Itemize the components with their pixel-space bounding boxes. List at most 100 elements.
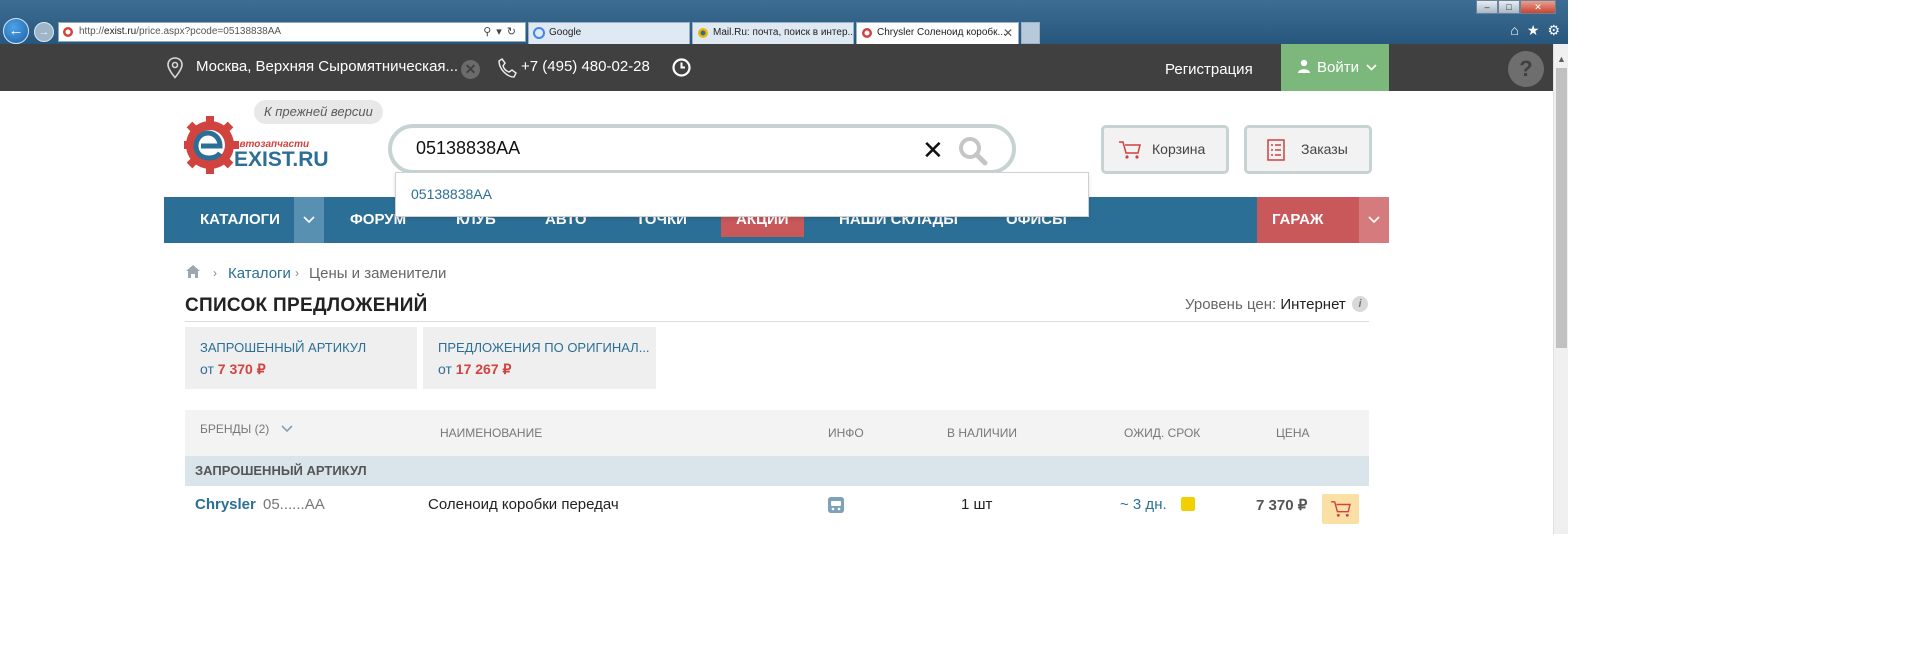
garage-dropdown-toggle[interactable] xyxy=(1359,197,1389,243)
row-name: Соленоид коробки передач xyxy=(428,496,619,513)
catalogs-dropdown-toggle[interactable] xyxy=(294,197,324,243)
location-pin-icon xyxy=(167,57,183,79)
search-suggestions: 05138838AA xyxy=(395,172,1089,217)
clear-search-icon[interactable]: ✕ xyxy=(922,136,944,164)
orders-button[interactable]: Заказы xyxy=(1244,125,1372,174)
back-icon[interactable]: ← xyxy=(3,18,29,44)
nav-catalogs[interactable]: КАТАЛОГИ xyxy=(200,197,280,243)
breadcrumb-catalogs[interactable]: Каталоги xyxy=(228,265,291,282)
login-label: Войти xyxy=(1317,59,1359,76)
site-favicon-icon xyxy=(862,28,872,38)
offer-card-requested[interactable]: ЗАПРОШЕННЫЙ АРТИКУЛ от 7 370 ₽ xyxy=(185,327,417,389)
row-eta[interactable]: ~ 3 дн. xyxy=(1120,496,1167,513)
car-info-icon[interactable] xyxy=(828,497,844,513)
user-icon xyxy=(1298,59,1310,73)
help-button[interactable]: ? xyxy=(1508,51,1544,87)
orders-list-icon xyxy=(1267,139,1285,161)
table-row: Chrysler 05......AA Соленоид коробки пер… xyxy=(185,486,1369,526)
column-price[interactable]: ЦЕНА xyxy=(1276,410,1310,456)
column-name: НАИМЕНОВАНИЕ xyxy=(440,426,543,440)
row-brand[interactable]: Chrysler xyxy=(195,496,256,513)
phone-icon xyxy=(498,57,517,78)
window-close-icon[interactable]: ✕ xyxy=(1520,0,1556,14)
scroll-thumb[interactable] xyxy=(1556,68,1567,348)
title-divider xyxy=(185,321,1369,322)
chevron-down-icon xyxy=(1366,64,1377,71)
url-path: /price.aspx?pcode=05138838AA xyxy=(136,26,282,37)
url-prefix: http:// xyxy=(79,26,105,37)
tab-label: Google xyxy=(549,27,582,38)
home-browser-icon[interactable]: ⌂ xyxy=(1510,22,1518,39)
chevron-down-icon xyxy=(281,425,293,433)
orders-label: Заказы xyxy=(1301,141,1348,157)
row-price: 7 370 ₽ xyxy=(1256,497,1308,514)
favorites-star-icon[interactable]: ★ xyxy=(1527,22,1540,39)
cart-icon xyxy=(1119,141,1141,159)
supplier-status-indicator[interactable] xyxy=(1181,497,1195,511)
row-quantity: 1 шт xyxy=(961,496,993,513)
column-brands-label: БРЕНДЫ (2) xyxy=(200,422,270,436)
price-level: Уровень цен: Интернет xyxy=(1185,296,1346,313)
page-scrollbar[interactable]: ▲ xyxy=(1553,44,1568,534)
clock-icon[interactable] xyxy=(672,58,691,77)
offer-card-heading: ЗАПРОШЕННЫЙ АРТИКУЛ xyxy=(200,340,367,355)
garage-label: ГАРАЖ xyxy=(1272,211,1324,228)
city-link[interactable]: Москва, Верхняя Сыромятническая... xyxy=(196,58,458,75)
group-header: ЗАПРОШЕННЫЙ АРТИКУЛ xyxy=(185,456,1369,486)
breadcrumb-current: Цены и заменители xyxy=(309,265,447,282)
offer-card-price: от 7 370 ₽ xyxy=(200,361,266,377)
scroll-up-icon[interactable]: ▲ xyxy=(1557,54,1566,64)
tab-label: Mail.Ru: почта, поиск в интер... xyxy=(713,27,854,38)
address-bar[interactable]: http://exist.ru/price.aspx?pcode=0513883… xyxy=(58,22,526,42)
search-icon[interactable] xyxy=(958,136,988,166)
price-level-value[interactable]: Интернет xyxy=(1280,296,1345,313)
home-icon[interactable] xyxy=(185,264,201,279)
settings-gear-icon[interactable]: ⚙ xyxy=(1547,22,1560,39)
offer-card-price: от 17 267 ₽ xyxy=(438,361,512,377)
chevron-down-icon xyxy=(1368,216,1380,224)
site-favicon-icon xyxy=(63,27,73,37)
window-controls: – □ ✕ xyxy=(1476,0,1556,14)
logo-text: EXIST.RU xyxy=(234,148,329,171)
offer-card-original[interactable]: ПРЕДЛОЖЕНИЯ ПО ОРИГИНАЛ... от 17 267 ₽ xyxy=(423,327,656,389)
address-tools-icon[interactable]: ⚲▾↻ xyxy=(483,23,521,41)
info-icon[interactable]: i xyxy=(1352,296,1368,312)
browser-toolbar: ← → http://exist.ru/price.aspx?pcode=051… xyxy=(0,0,1568,44)
cart-label: Корзина xyxy=(1152,141,1206,157)
chevron-down-icon xyxy=(303,216,315,224)
tab-mailru[interactable]: Mail.Ru: почта, поиск в интер... xyxy=(692,22,854,44)
mailru-icon xyxy=(698,28,708,38)
phone-number[interactable]: +7 (495) 480-02-28 xyxy=(521,58,650,75)
suggestion-item[interactable]: 05138838AA xyxy=(411,186,492,202)
forward-icon[interactable]: → xyxy=(34,22,54,42)
exist-logo[interactable]: автозапчасти EXIST.RU xyxy=(184,114,336,174)
browser-icons: ⌂ ★ ⚙ xyxy=(1510,22,1560,39)
column-brands[interactable]: БРЕНДЫ (2) xyxy=(200,410,293,456)
search-box[interactable]: ✕ xyxy=(388,124,1016,174)
login-button[interactable]: Войти xyxy=(1281,44,1389,91)
city-clear-icon[interactable]: ✕ xyxy=(461,60,480,79)
tab-label: Chrysler Соленоид коробк... xyxy=(877,27,1006,38)
tab-exist[interactable]: Chrysler Соленоид коробк... ✕ xyxy=(856,22,1019,44)
site-top-bar: Москва, Верхняя Сыромятническая... ✕ +7 … xyxy=(0,44,1553,91)
row-article: 05......AA xyxy=(263,496,325,513)
column-eta[interactable]: ОЖИД. СРОК xyxy=(1124,410,1200,456)
register-link[interactable]: Регистрация xyxy=(1165,61,1253,78)
column-info: ИНФО xyxy=(828,426,864,440)
minimize-icon[interactable]: – xyxy=(1476,0,1498,14)
tab-close-icon[interactable]: ✕ xyxy=(1003,23,1013,43)
page-title: СПИСОК ПРЕДЛОЖЕНИЙ xyxy=(185,295,428,316)
url-host: exist.ru xyxy=(104,26,137,37)
add-to-cart-button[interactable] xyxy=(1322,494,1359,524)
column-stock[interactable]: В НАЛИЧИИ xyxy=(947,410,1017,456)
offer-card-heading: ПРЕДЛОЖЕНИЯ ПО ОРИГИНАЛ... xyxy=(438,340,650,355)
google-icon xyxy=(533,27,545,39)
breadcrumb-separator-icon: › xyxy=(213,266,217,280)
offer-price-value: 17 267 ₽ xyxy=(455,361,512,377)
new-tab-button[interactable] xyxy=(1021,22,1040,44)
maximize-icon[interactable]: □ xyxy=(1498,0,1520,14)
cart-button[interactable]: Корзина xyxy=(1101,125,1229,174)
price-level-label: Уровень цен: xyxy=(1185,296,1277,313)
search-input[interactable] xyxy=(416,138,896,159)
tab-google[interactable]: Google xyxy=(528,22,690,44)
